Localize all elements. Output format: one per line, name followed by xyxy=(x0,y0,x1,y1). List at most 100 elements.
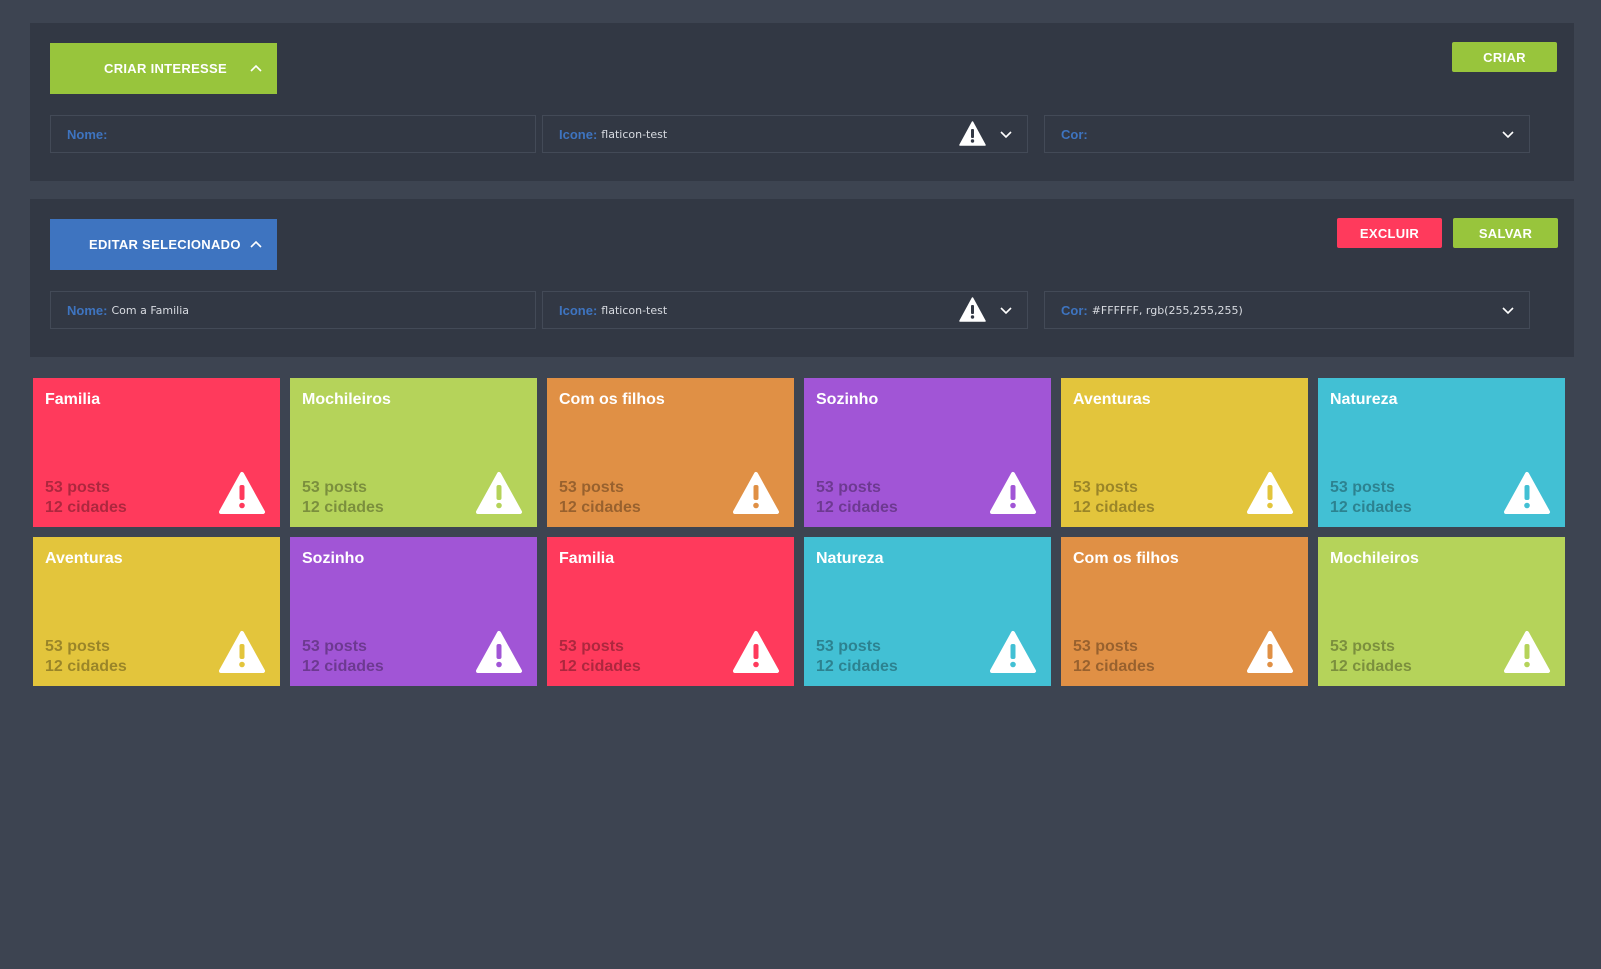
chevron-up-icon xyxy=(250,64,262,72)
tile-cities-count: 12 cidades xyxy=(45,499,127,516)
tile-stats: 53 posts 12 cidades xyxy=(816,478,898,518)
tile-cities-count: 12 cidades xyxy=(302,658,384,675)
tile-cities-count: 12 cidades xyxy=(816,658,898,675)
tile-title: Com os filhos xyxy=(559,391,665,408)
create-interest-toggle-label: CRIAR INTERESSE xyxy=(104,61,227,76)
tile-title: Natureza xyxy=(816,550,884,567)
tile-title: Familia xyxy=(45,391,101,408)
icon-select[interactable]: Icone: flaticon-test xyxy=(542,115,1028,153)
warning-icon xyxy=(1504,631,1550,673)
interest-tile[interactable]: Sozinho 53 posts 12 cidades xyxy=(804,378,1051,527)
icon-select-label: Icone: xyxy=(559,302,598,318)
tile-posts-count: 53 posts xyxy=(1073,479,1138,496)
tile-stats: 53 posts 12 cidades xyxy=(1330,478,1412,518)
interest-tile[interactable]: Mochileiros 53 posts 12 cidades xyxy=(290,378,537,527)
chevron-down-icon[interactable] xyxy=(1501,127,1515,141)
interest-tile[interactable]: Com os filhos 53 posts 12 cidades xyxy=(547,378,794,527)
tile-stats: 53 posts 12 cidades xyxy=(1330,637,1412,677)
tile-cities-count: 12 cidades xyxy=(1073,658,1155,675)
name-field[interactable]: Nome: xyxy=(50,115,536,153)
warning-icon xyxy=(733,631,779,673)
warning-icon xyxy=(1247,472,1293,514)
tile-posts-count: 53 posts xyxy=(1073,638,1138,655)
create-interest-toggle-button[interactable]: CRIAR INTERESSE xyxy=(50,43,277,94)
tile-stats: 53 posts 12 cidades xyxy=(1073,478,1155,518)
tile-title: Com os filhos xyxy=(1073,550,1179,567)
tile-posts-count: 53 posts xyxy=(1330,638,1395,655)
name-field-label: Nome: xyxy=(67,302,108,318)
warning-icon xyxy=(219,472,265,514)
interest-tile[interactable]: Natureza 53 posts 12 cidades xyxy=(1318,378,1565,527)
tile-cities-count: 12 cidades xyxy=(816,499,898,516)
interest-tile[interactable]: Sozinho 53 posts 12 cidades xyxy=(290,537,537,686)
tile-cities-count: 12 cidades xyxy=(559,658,641,675)
tile-title: Mochileiros xyxy=(1330,550,1419,567)
interest-tile[interactable]: Aventuras 53 posts 12 cidades xyxy=(1061,378,1308,527)
warning-icon xyxy=(1247,631,1293,673)
tile-stats: 53 posts 12 cidades xyxy=(816,637,898,677)
chevron-down-icon[interactable] xyxy=(999,303,1013,317)
interest-tile[interactable]: Com os filhos 53 posts 12 cidades xyxy=(1061,537,1308,686)
create-button[interactable]: CRIAR xyxy=(1452,42,1557,72)
chevron-down-icon[interactable] xyxy=(1501,303,1515,317)
interest-tile[interactable]: Mochileiros 53 posts 12 cidades xyxy=(1318,537,1565,686)
tile-posts-count: 53 posts xyxy=(559,479,624,496)
edit-selected-panel: EDITAR SELECIONADO EXCLUIR SALVAR Nome: … xyxy=(30,199,1574,357)
chevron-up-icon xyxy=(250,240,262,248)
tile-title: Aventuras xyxy=(1073,391,1151,408)
color-select-label: Cor: xyxy=(1061,302,1088,318)
warning-icon xyxy=(959,297,986,322)
color-select-value: #FFFFFF, rgb(255,255,255) xyxy=(1091,303,1243,317)
name-field[interactable]: Nome: Com a Familia xyxy=(50,291,536,329)
color-select[interactable]: Cor: #FFFFFF, rgb(255,255,255) xyxy=(1044,291,1530,329)
icon-select-value: flaticon-test xyxy=(601,127,668,141)
edit-selected-toggle-label: EDITAR SELECIONADO xyxy=(89,237,241,252)
tile-posts-count: 53 posts xyxy=(1330,479,1395,496)
warning-icon xyxy=(476,631,522,673)
interest-tile[interactable]: Natureza 53 posts 12 cidades xyxy=(804,537,1051,686)
color-select-label: Cor: xyxy=(1061,126,1088,142)
tile-cities-count: 12 cidades xyxy=(45,658,127,675)
warning-icon xyxy=(959,121,986,146)
warning-icon xyxy=(219,631,265,673)
tile-posts-count: 53 posts xyxy=(302,479,367,496)
warning-icon xyxy=(990,631,1036,673)
create-interest-panel: CRIAR INTERESSE CRIAR Nome: Icone: flati… xyxy=(30,23,1574,181)
tile-stats: 53 posts 12 cidades xyxy=(559,478,641,518)
tile-stats: 53 posts 12 cidades xyxy=(302,478,384,518)
tile-posts-count: 53 posts xyxy=(816,479,881,496)
save-button[interactable]: SALVAR xyxy=(1453,218,1558,248)
tile-cities-count: 12 cidades xyxy=(1330,658,1412,675)
tile-cities-count: 12 cidades xyxy=(1330,499,1412,516)
interest-tile[interactable]: Familia 53 posts 12 cidades xyxy=(33,378,280,527)
tile-cities-count: 12 cidades xyxy=(1073,499,1155,516)
name-field-label: Nome: xyxy=(67,126,108,142)
tile-stats: 53 posts 12 cidades xyxy=(45,637,127,677)
tile-posts-count: 53 posts xyxy=(45,638,110,655)
icon-select[interactable]: Icone: flaticon-test xyxy=(542,291,1028,329)
color-select[interactable]: Cor: xyxy=(1044,115,1530,153)
tile-title: Aventuras xyxy=(45,550,123,567)
tile-title: Sozinho xyxy=(816,391,879,408)
warning-icon xyxy=(733,472,779,514)
warning-icon xyxy=(476,472,522,514)
tile-stats: 53 posts 12 cidades xyxy=(559,637,641,677)
delete-button[interactable]: EXCLUIR xyxy=(1337,218,1442,248)
interest-tile[interactable]: Familia 53 posts 12 cidades xyxy=(547,537,794,686)
tile-title: Sozinho xyxy=(302,550,365,567)
chevron-down-icon[interactable] xyxy=(999,127,1013,141)
tile-stats: 53 posts 12 cidades xyxy=(45,478,127,518)
name-field-value: Com a Familia xyxy=(111,303,189,317)
interest-tile[interactable]: Aventuras 53 posts 12 cidades xyxy=(33,537,280,686)
tile-title: Natureza xyxy=(1330,391,1398,408)
warning-icon xyxy=(990,472,1036,514)
tile-title: Familia xyxy=(559,550,615,567)
tile-stats: 53 posts 12 cidades xyxy=(1073,637,1155,677)
tile-stats: 53 posts 12 cidades xyxy=(302,637,384,677)
tile-posts-count: 53 posts xyxy=(816,638,881,655)
tile-cities-count: 12 cidades xyxy=(302,499,384,516)
tile-posts-count: 53 posts xyxy=(45,479,110,496)
tile-posts-count: 53 posts xyxy=(559,638,624,655)
edit-selected-toggle-button[interactable]: EDITAR SELECIONADO xyxy=(50,219,277,270)
tile-posts-count: 53 posts xyxy=(302,638,367,655)
